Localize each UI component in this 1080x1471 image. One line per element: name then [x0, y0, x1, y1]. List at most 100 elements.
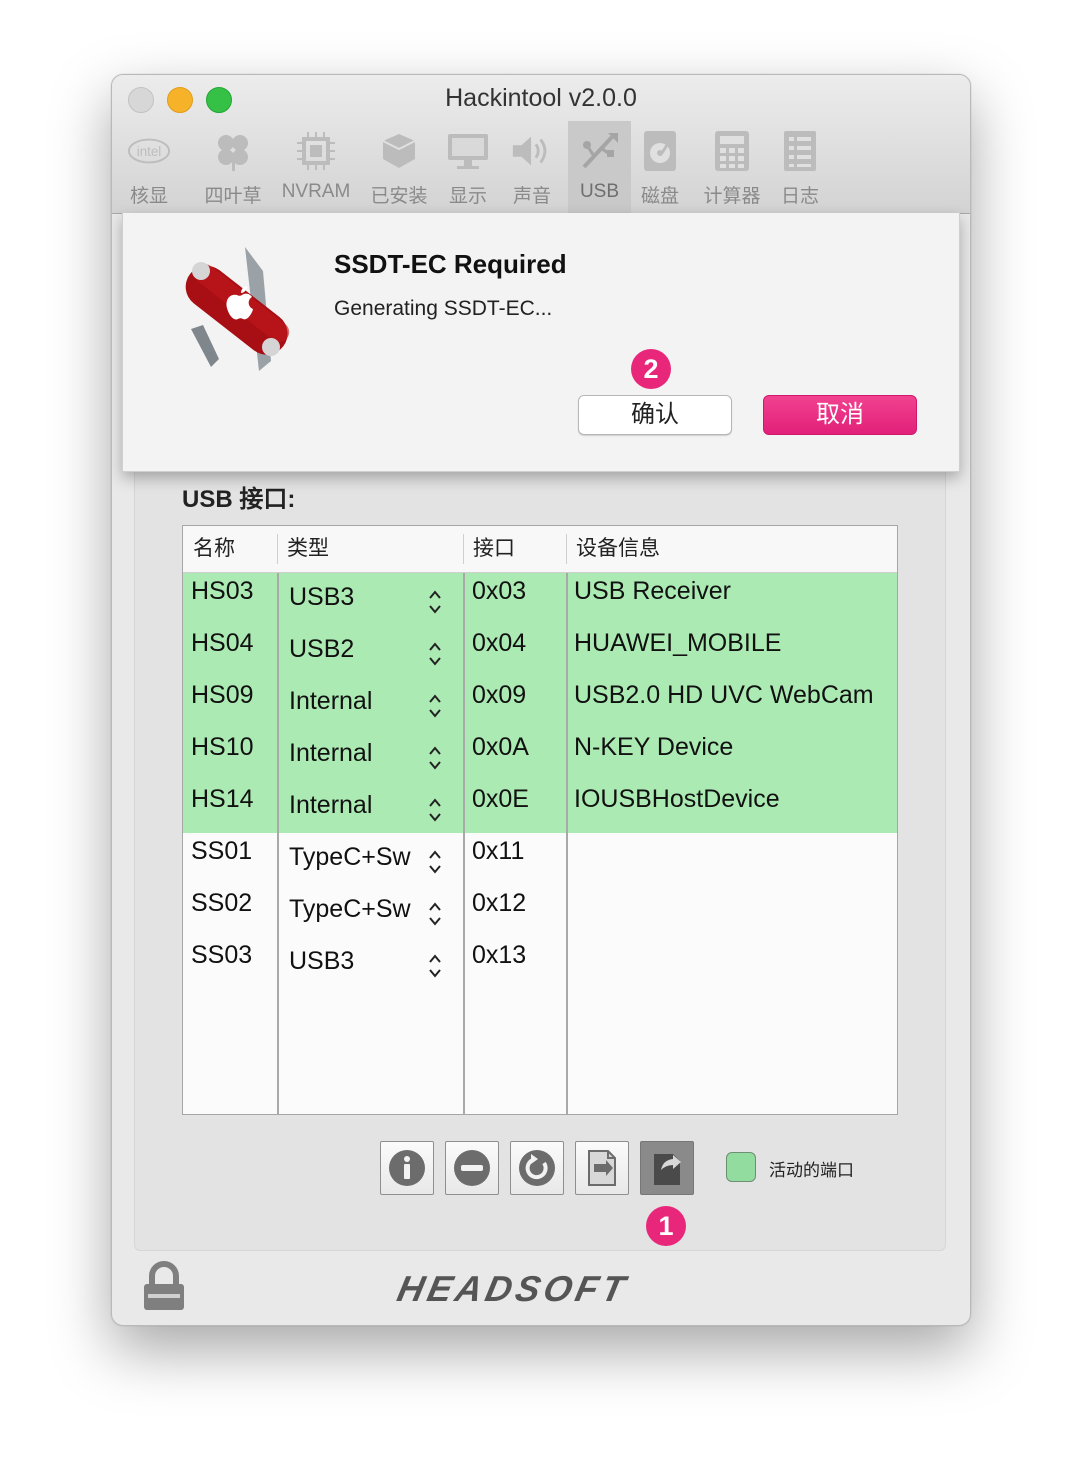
dialog-message: Generating SSDT-EC... [334, 297, 553, 320]
chevron-updown-icon[interactable] [427, 847, 443, 877]
remove-button[interactable] [445, 1141, 499, 1195]
clover-icon [211, 129, 255, 173]
table-row[interactable]: HS10 Internal 0x0A N-KEY Device [183, 729, 897, 781]
info-button[interactable] [380, 1141, 434, 1195]
toolbar-item-sound[interactable]: 声音 [502, 121, 562, 213]
chevron-updown-icon[interactable] [427, 795, 443, 825]
chevron-updown-icon[interactable] [427, 587, 443, 617]
table-row[interactable]: HS14 Internal 0x0E IOUSBHostDevice [183, 781, 897, 833]
column-line [463, 573, 465, 1114]
table-row[interactable]: HS04 USB2 0x04 HUAWEI_MOBILE [183, 625, 897, 677]
port-address: 0x04 [472, 629, 527, 657]
intel-logo-text: intel [137, 144, 162, 159]
toolbar-item-usb[interactable]: USB [568, 121, 631, 213]
chip-icon [294, 129, 338, 173]
monitor-icon [446, 129, 490, 173]
cancel-button[interactable]: 取消 [763, 395, 917, 435]
table-header: 名称 类型 接口 设备信息 [183, 526, 897, 573]
log-icon [778, 129, 822, 173]
speaker-icon [510, 129, 554, 173]
refresh-button[interactable] [510, 1141, 564, 1195]
column-header-name[interactable]: 名称 [183, 526, 277, 572]
step-marker-2: 2 [631, 349, 671, 389]
port-address: 0x09 [472, 681, 527, 709]
column-line [566, 573, 568, 1114]
import-button[interactable] [575, 1141, 629, 1195]
toolbar-item-igpu[interactable]: intel 核显 [122, 121, 176, 213]
port-name: HS03 [191, 577, 254, 605]
toolbar-item-log[interactable]: 日志 [772, 121, 828, 213]
chevron-updown-icon[interactable] [427, 899, 443, 929]
toolbar-item-label: 磁盘 [640, 186, 679, 207]
table-row[interactable]: SS01 TypeC+Sw 0x11 [183, 833, 897, 885]
toolbar-item-label: NVRAM [281, 181, 351, 202]
toolbar-item-label: 已安装 [370, 186, 428, 207]
chevron-updown-icon[interactable] [427, 743, 443, 773]
dialog-title: SSDT-EC Required [334, 249, 567, 279]
toolbar-item-label: 显示 [448, 186, 487, 207]
toolbar-item-label: 计算器 [703, 186, 761, 207]
port-type-select[interactable]: USB3 [289, 947, 354, 999]
port-name: SS01 [191, 837, 253, 865]
toolbar-item-label: USB [579, 181, 620, 202]
box-icon [377, 129, 421, 173]
step-marker-1: 1 [646, 1206, 686, 1246]
active-port-legend-label: 活动的端口 [769, 1161, 854, 1180]
port-address: 0x0E [472, 785, 529, 813]
table-row[interactable]: SS03 USB3 0x13 [183, 937, 897, 989]
device-info: IOUSBHostDevice [574, 785, 780, 813]
title-bar: Hackintool v2.0.0 intel 核显 四叶草 NVRAM 已安装… [112, 75, 970, 214]
disk-icon [638, 129, 682, 173]
toolbar-item-label: 日志 [780, 186, 819, 207]
ssdt-ec-dialog: SSDT-EC Required Generating SSDT-EC... 2… [122, 213, 960, 472]
toolbar-item-clover[interactable]: 四叶草 [192, 121, 274, 213]
usb-ports-table[interactable]: 名称 类型 接口 设备信息 HS03 USB3 0x03 USB Receive… [182, 525, 898, 1115]
port-name: HS04 [191, 629, 254, 657]
minus-circle-icon [454, 1150, 490, 1186]
table-body: HS03 USB3 0x03 USB Receiver HS04 USB2 0x… [183, 573, 897, 989]
table-row[interactable]: HS09 Internal 0x09 USB2.0 HD UVC WebCam [183, 677, 897, 729]
port-address: 0x11 [472, 837, 525, 865]
toolbar-item-label: 核显 [129, 186, 168, 207]
active-port-legend-swatch [726, 1152, 756, 1182]
toolbar-item-installed[interactable]: 已安装 [366, 121, 432, 213]
info-icon [389, 1150, 425, 1186]
usb-section-title: USB 接口: [182, 486, 296, 513]
port-name: HS09 [191, 681, 254, 709]
port-address: 0x12 [472, 889, 527, 917]
window-title: Hackintool v2.0.0 [445, 84, 637, 112]
import-icon [588, 1150, 616, 1186]
column-header-device-info[interactable]: 设备信息 [566, 526, 894, 572]
toolbar-item-calculator[interactable]: 计算器 [696, 121, 768, 213]
toolbar-item-disk[interactable]: 磁盘 [632, 121, 688, 213]
toolbar-item-display[interactable]: 显示 [440, 121, 496, 213]
port-name: SS02 [191, 889, 253, 917]
refresh-icon [519, 1150, 555, 1186]
calculator-icon [710, 129, 754, 173]
chevron-updown-icon[interactable] [427, 951, 443, 981]
chevron-updown-icon[interactable] [427, 691, 443, 721]
port-address: 0x03 [472, 577, 527, 605]
table-row[interactable]: HS03 USB3 0x03 USB Receiver [183, 573, 897, 625]
device-info: HUAWEI_MOBILE [574, 629, 782, 657]
headsoft-logo: HEADSOFT [393, 1268, 633, 1309]
export-button[interactable] [640, 1141, 694, 1195]
table-row[interactable]: SS02 TypeC+Sw 0x12 [183, 885, 897, 937]
hackintool-app-icon [185, 247, 290, 371]
port-name: SS03 [191, 941, 253, 969]
port-name: HS14 [191, 785, 254, 813]
device-info: N-KEY Device [574, 733, 734, 761]
port-address: 0x13 [472, 941, 527, 969]
export-icon [654, 1154, 681, 1185]
toolbar-item-nvram[interactable]: NVRAM [276, 121, 356, 213]
device-info: USB Receiver [574, 577, 731, 605]
chevron-updown-icon[interactable] [427, 639, 443, 669]
lock-icon[interactable] [140, 1260, 188, 1312]
app-window: Hackintool v2.0.0 intel 核显 四叶草 NVRAM 已安装… [111, 74, 971, 1326]
confirm-button[interactable]: 确认 [578, 395, 732, 435]
column-header-type[interactable]: 类型 [277, 526, 463, 572]
device-info: USB2.0 HD UVC WebCam [574, 681, 874, 709]
port-name: HS10 [191, 733, 254, 761]
column-line [277, 573, 279, 1114]
column-header-port[interactable]: 接口 [463, 526, 566, 572]
